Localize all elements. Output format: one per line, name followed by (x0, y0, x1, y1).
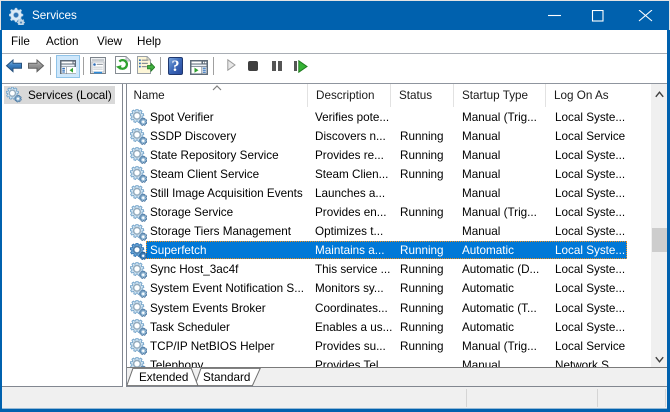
svg-text:?: ? (172, 58, 180, 75)
